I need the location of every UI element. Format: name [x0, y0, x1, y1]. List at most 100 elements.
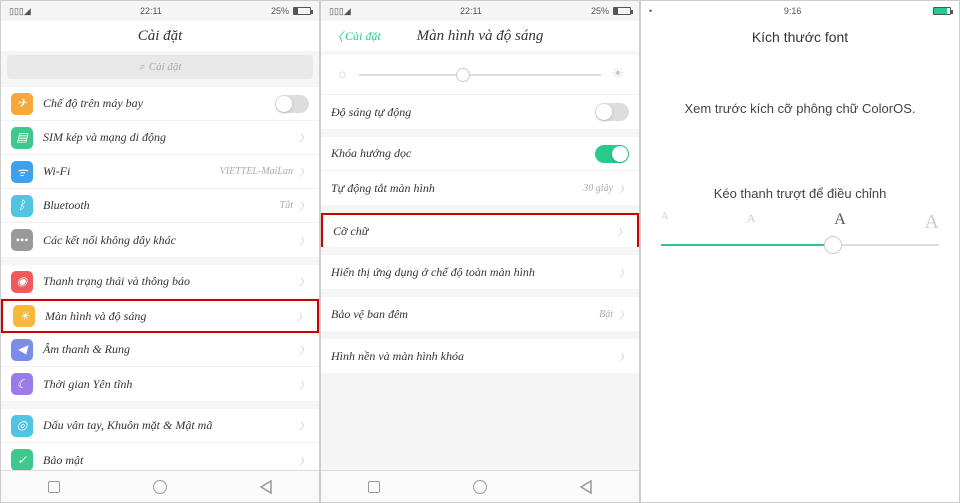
phone-font-size: • 9:16 Kích thước font Xem trước kích cỡ…: [640, 0, 960, 503]
nav-back[interactable]: [577, 478, 595, 496]
settings-row[interactable]: ✓ Bảo mật〉: [1, 443, 319, 470]
brightness-slider-row: ☼☀: [321, 55, 639, 95]
row-label: Hình nền và màn hình khóa: [331, 349, 619, 364]
battery-pct: 25%: [591, 6, 609, 16]
brightness-slider[interactable]: [359, 74, 602, 76]
settings-row[interactable]: Hiển thị ứng dụng ở chế độ toàn màn hình…: [321, 255, 639, 289]
chevron-right-icon: 〉: [619, 181, 629, 196]
status-bar: • 9:16: [641, 1, 959, 21]
font-instructions: Kéo thanh trượt để điều chỉnh: [641, 146, 959, 211]
page-title: 〈Cài đặt Màn hình và độ sáng: [321, 21, 639, 51]
settings-row[interactable]: ᛒBluetoothTắt〉: [1, 189, 319, 223]
chevron-right-icon: 〉: [299, 198, 309, 213]
chevron-left-icon: 〈: [331, 28, 343, 45]
chevron-right-icon: 〉: [299, 377, 309, 392]
settings-row[interactable]: •••Các kết nối không dây khác〉: [1, 223, 319, 257]
status-time: 22:11: [460, 6, 482, 16]
status-time: 22:11: [140, 6, 162, 16]
chevron-right-icon: 〉: [299, 130, 309, 145]
row-label: Khóa hướng dọc: [331, 146, 595, 161]
search-input[interactable]: ⌕ Cài đặt: [7, 55, 313, 79]
phone-display-settings: ▯▯▯◢ 22:11 25% 〈Cài đặt Màn hình và độ s…: [320, 0, 640, 503]
row-label: Hiển thị ứng dụng ở chế độ toàn màn hình: [331, 265, 619, 280]
signal-icon: ▯▯▯◢: [9, 6, 31, 17]
row-label: Chế độ trên máy bay: [43, 96, 275, 111]
chevron-right-icon: 〉: [299, 418, 309, 433]
settings-row[interactable]: Hình nền và màn hình khóa〉: [321, 339, 639, 373]
settings-row[interactable]: Cỡ chữ〉: [321, 213, 639, 247]
toggle[interactable]: [595, 103, 629, 121]
shield-icon: ✓: [11, 449, 33, 470]
settings-row[interactable]: ◉ Thanh trạng thái và thông báo〉: [1, 265, 319, 299]
back-button[interactable]: 〈Cài đặt: [331, 28, 381, 45]
row-value: 30 giây: [583, 183, 613, 194]
battery-icon: [293, 7, 311, 15]
nav-bar: [1, 470, 319, 502]
settings-row[interactable]: ☀Màn hình và độ sáng〉: [1, 299, 319, 333]
sim-icon: ▤: [11, 127, 33, 149]
status-time: 9:16: [784, 6, 802, 16]
row-label: Độ sáng tự động: [331, 105, 595, 120]
signal-icon: ▯▯▯◢: [329, 6, 351, 17]
font-size-marks: A A A A: [641, 211, 959, 234]
sun-small-icon: ☼: [336, 67, 349, 83]
nav-recent[interactable]: [365, 478, 383, 496]
battery-icon: [933, 7, 951, 15]
settings-row[interactable]: ☾Thời gian Yên tĩnh〉: [1, 367, 319, 401]
page-title: Cài đặt: [1, 21, 319, 51]
chevron-right-icon: 〉: [299, 164, 309, 179]
row-label: Âm thanh & Rung: [43, 342, 299, 357]
row-label: Tự động tắt màn hình: [331, 181, 583, 196]
settings-row[interactable]: ▤SIM kép và mạng di động〉: [1, 121, 319, 155]
chevron-right-icon: 〉: [299, 274, 309, 289]
nav-home[interactable]: [471, 478, 489, 496]
chevron-right-icon: 〉: [299, 453, 309, 468]
toggle[interactable]: [595, 145, 629, 163]
bell-icon: ◉: [11, 271, 33, 293]
row-label: Bảo vệ ban đêm: [331, 307, 599, 322]
sound-icon: ◀: [11, 339, 33, 361]
signal-icon: •: [649, 6, 652, 16]
row-label: Thời gian Yên tĩnh: [43, 377, 299, 392]
toggle[interactable]: [275, 95, 309, 113]
status-bar: ▯▯▯◢ 22:11 25%: [1, 1, 319, 21]
display-icon: ☀: [13, 305, 35, 327]
settings-row[interactable]: Tự động tắt màn hình30 giây 〉: [321, 171, 639, 205]
nav-recent[interactable]: [45, 478, 63, 496]
status-bar: ▯▯▯◢ 22:11 25%: [321, 1, 639, 21]
settings-row[interactable]: Bảo vệ ban đêmBật〉: [321, 297, 639, 331]
search-icon: ⌕: [139, 61, 145, 74]
settings-row[interactable]: ✈Chế độ trên máy bay: [1, 87, 319, 121]
nav-bar: [321, 470, 639, 502]
chevron-right-icon: 〉: [617, 224, 627, 239]
row-label: Bảo mật: [43, 453, 299, 468]
wifi-icon: ᯤ: [11, 161, 33, 183]
more-icon: •••: [11, 229, 33, 251]
phone-settings: ▯▯▯◢ 22:11 25% Cài đặt ⌕ Cài đặt ✈Chế độ…: [0, 0, 320, 503]
settings-row[interactable]: ◎ Dấu vân tay, Khuôn mặt & Mật mã〉: [1, 409, 319, 443]
page-title: Kích thước font: [641, 21, 959, 51]
row-label: Màn hình và độ sáng: [45, 309, 297, 324]
slider-thumb[interactable]: [456, 68, 470, 82]
row-label: Dấu vân tay, Khuôn mặt & Mật mã: [43, 418, 299, 433]
row-label: Thanh trạng thái và thông báo: [43, 274, 299, 289]
settings-row[interactable]: Khóa hướng dọc: [321, 137, 639, 171]
chevron-right-icon: 〉: [299, 342, 309, 357]
row-label: Wi-Fi: [43, 164, 220, 179]
nav-back[interactable]: [257, 478, 275, 496]
slider-thumb[interactable]: [824, 236, 842, 254]
row-label: Bluetooth: [43, 198, 280, 213]
settings-row[interactable]: ◀ Âm thanh & Rung〉: [1, 333, 319, 367]
row-value: Bật: [599, 309, 613, 320]
chevron-right-icon: 〉: [619, 349, 629, 364]
nav-home[interactable]: [151, 478, 169, 496]
font-size-slider[interactable]: [661, 244, 939, 246]
battery-icon: [613, 7, 631, 15]
settings-row[interactable]: Độ sáng tự động: [321, 95, 639, 129]
font-preview-text: Xem trước kích cỡ phông chữ ColorOS.: [641, 51, 959, 146]
fingerprint-icon: ◎: [11, 415, 33, 437]
chevron-right-icon: 〉: [299, 233, 309, 248]
chevron-right-icon: 〉: [619, 265, 629, 280]
sun-large-icon: ☀: [611, 66, 624, 83]
settings-row[interactable]: ᯤWi-FiVIETTEL-MaiLan〉: [1, 155, 319, 189]
